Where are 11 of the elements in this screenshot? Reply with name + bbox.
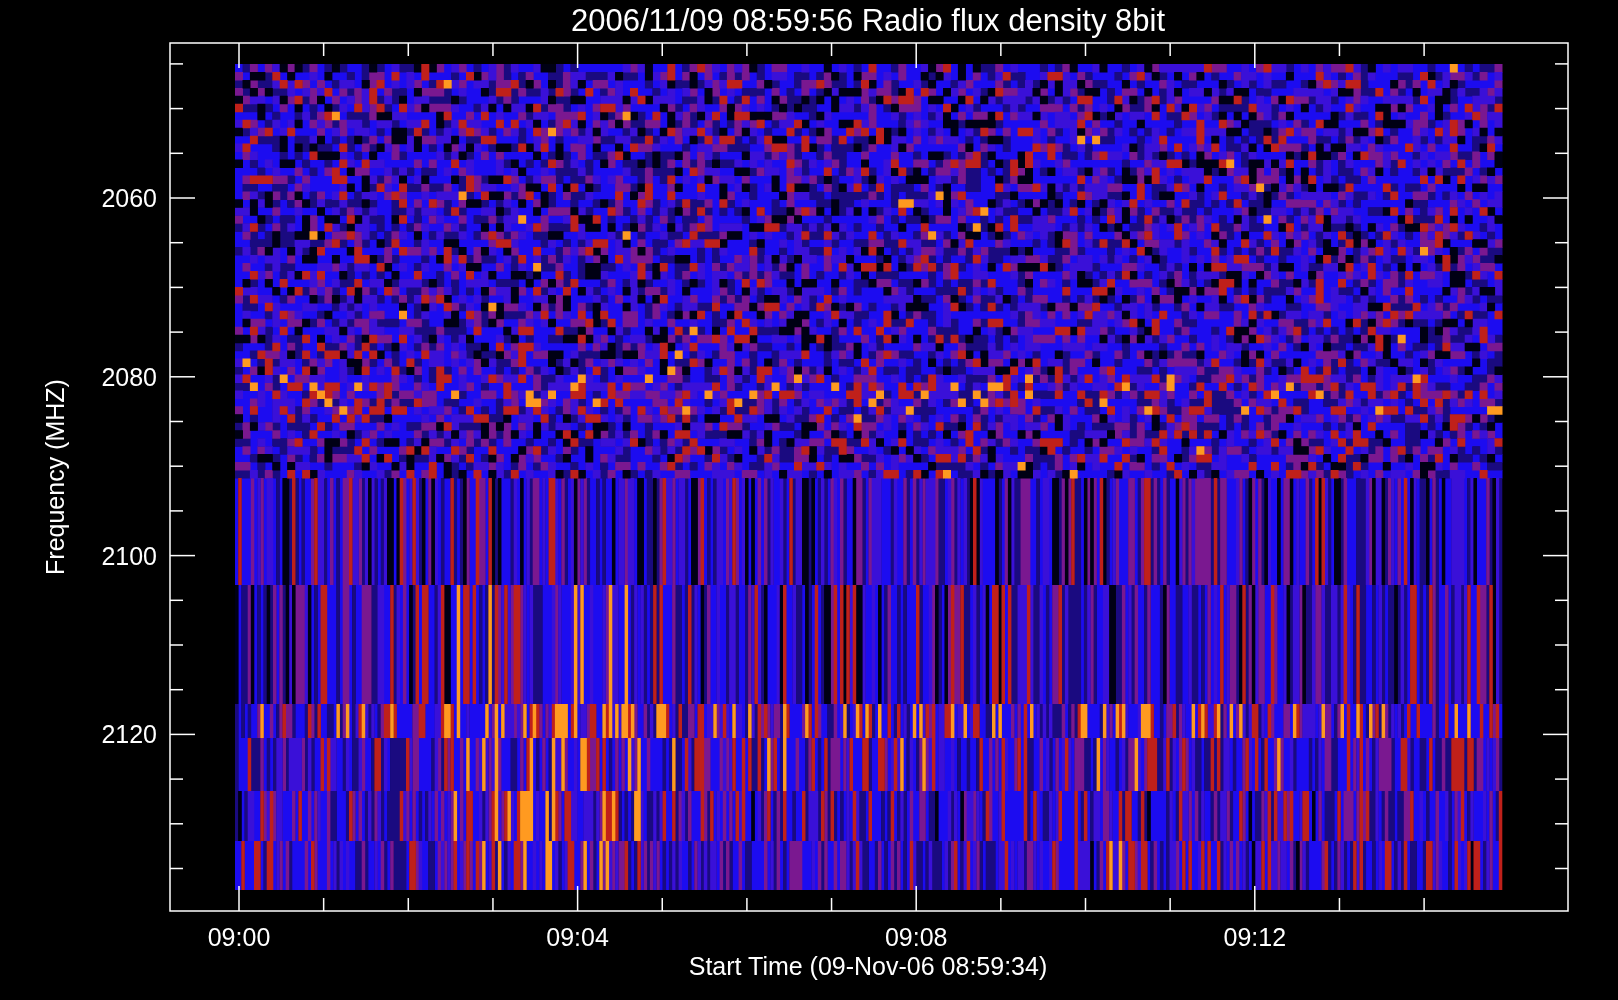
x-axis-label: Start Time (09-Nov-06 08:59:34) <box>688 952 1048 980</box>
chart-title: 2006/11/09 08:59:56 Radio flux density 8bit <box>571 3 1165 38</box>
x-tick-label: 09:08 <box>884 923 948 951</box>
x-tick-label: 09:12 <box>1223 923 1287 951</box>
y-tick-label: 2120 <box>101 720 157 749</box>
x-tick-label: 09:04 <box>546 923 609 951</box>
y-tick-label: 2100 <box>101 541 157 570</box>
y-tick-label: 2080 <box>101 362 157 391</box>
y-axis-label: Frequency (MHZ) <box>41 379 69 575</box>
y-tick-label: 2060 <box>101 184 157 212</box>
x-tick-label: 09:00 <box>207 923 271 951</box>
